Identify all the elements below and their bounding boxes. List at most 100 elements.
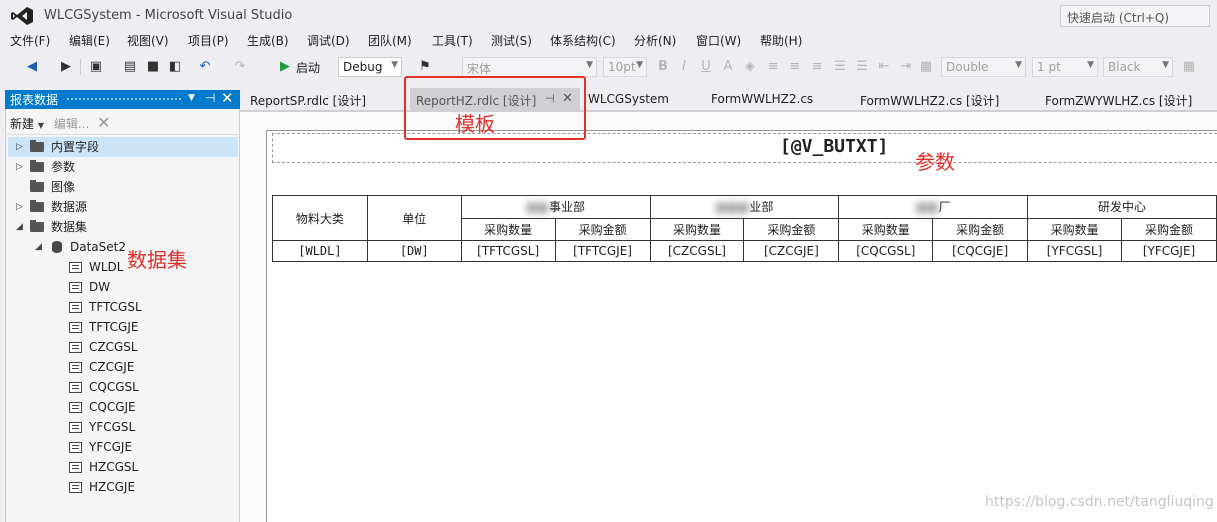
numbered-list-icon[interactable]: ☰ [832,59,848,75]
field-item[interactable]: CZCGSL [8,337,238,357]
field-item[interactable]: CQCGJE [8,397,238,417]
menu-debug[interactable]: 调试(D) [307,32,350,49]
header-cell-material[interactable]: 物料大类 [272,195,368,241]
solution-config-select[interactable]: Debug ▼ [338,57,402,77]
expand-arrow-icon[interactable]: ▷ [16,157,23,177]
field-item[interactable]: CQCGSL [8,377,238,397]
menu-view[interactable]: 视图(V) [127,32,169,49]
border-width-select[interactable]: 1 pt ▼ [1032,57,1098,77]
tab-formwwlhz2-cs[interactable]: FormWWLHZ2.cs [711,92,813,106]
new-dropdown-icon[interactable]: ▼ [38,121,44,130]
report-title-textbox[interactable]: [@V_BUTXT] [780,136,888,157]
report-tool-icon[interactable]: ⚑ [417,59,433,75]
new-project-icon[interactable]: ▣ [88,59,104,75]
menu-tools[interactable]: 工具(T) [432,32,473,49]
data-cell[interactable]: [CQCGSL] [838,240,934,262]
open-file-icon[interactable]: ▤ [122,59,138,75]
data-cell[interactable]: [YFCGSL] [1027,240,1123,262]
menu-test[interactable]: 测试(S) [491,32,532,49]
subheader-cell-qty[interactable]: 采购数量 [460,217,556,241]
field-item[interactable]: WLDL [8,257,238,277]
save-icon[interactable]: ■ [145,59,161,75]
header-cell-unit[interactable]: 单位 [366,195,462,241]
data-cell[interactable]: [TFTCGSL] [460,240,556,262]
header-cell-group[interactable]: 研发中心 [1027,195,1217,219]
save-all-icon[interactable]: ◧ [167,59,183,75]
panel-pin-icon[interactable]: ⊣ [205,91,215,105]
report-tablix[interactable]: 物料大类 单位 ■■事业部 ■■■业部 ■■厂 研发中心 采购数量 采购金额 采… [272,195,1217,262]
header-cell-group[interactable]: ■■■业部 [649,195,840,219]
subheader-cell-amount[interactable]: 采购金额 [932,217,1029,241]
undo-icon[interactable]: ↶ [197,59,213,75]
font-color-icon[interactable]: A [720,59,736,75]
borders-icon[interactable]: ▦ [1181,59,1197,75]
field-item[interactable]: HZCGSL [8,457,238,477]
tree-item-datasets[interactable]: ◢ 数据集 [8,217,238,237]
start-button-label[interactable]: 启动 [296,59,320,76]
tree-item-parameters[interactable]: ▷ 参数 [8,157,238,177]
expand-arrow-icon[interactable]: ▷ [16,137,23,157]
underline-icon[interactable]: U [698,59,714,75]
border-color-select[interactable]: Black ▼ [1103,57,1173,77]
new-button[interactable]: 新建 [10,117,34,131]
tree-item-builtin-fields[interactable]: ▷ 内置字段 [8,137,238,157]
subheader-cell-qty[interactable]: 采购数量 [838,217,934,241]
forward-icon[interactable]: ▶ [58,59,74,75]
menu-help[interactable]: 帮助(H) [760,32,802,49]
increase-indent-icon[interactable]: ⇥ [898,59,914,75]
report-body[interactable] [266,130,1217,522]
align-right-icon[interactable]: ≡ [809,59,825,75]
data-cell[interactable]: [TFTCGJE] [554,240,651,262]
expand-arrow-icon[interactable]: ▷ [16,197,23,217]
field-item[interactable]: DW [8,277,238,297]
menu-project[interactable]: 项目(P) [188,32,229,49]
field-item[interactable]: TFTCGSL [8,297,238,317]
tab-formwwlhz2-design[interactable]: FormWWLHZ2.cs [设计] [860,92,999,109]
tab-reportsp-rdlc[interactable]: ReportSP.rdlc [设计] [250,92,366,109]
menu-analyze[interactable]: 分析(N) [634,32,676,49]
data-cell[interactable]: [CQCGJE] [932,240,1029,262]
font-family-select[interactable]: 宋体 ▼ [462,57,597,77]
border-options-icon[interactable]: ▦ [918,59,934,75]
decrease-indent-icon[interactable]: ⇤ [876,59,892,75]
field-item[interactable]: TFTCGJE [8,317,238,337]
align-center-icon[interactable]: ≡ [787,59,803,75]
menu-window[interactable]: 窗口(W) [696,32,741,49]
collapse-arrow-icon[interactable]: ◢ [16,217,23,237]
tab-formzwywlhz-design[interactable]: FormZWYWLHZ.cs [设计] [1045,92,1192,109]
align-left-icon[interactable]: ≡ [765,59,781,75]
data-cell-dw[interactable]: [DW] [366,240,462,262]
menu-team[interactable]: 团队(M) [368,32,412,49]
data-cell[interactable]: [YFCGJE] [1121,240,1217,262]
menu-edit[interactable]: 编辑(E) [69,32,110,49]
data-cell[interactable]: [CZCGJE] [743,240,840,262]
data-cell-wldl[interactable]: [WLDL] [272,240,368,262]
redo-icon[interactable]: ↷ [232,59,248,75]
subheader-cell-amount[interactable]: 采购金额 [554,217,651,241]
bullet-list-icon[interactable]: ☰ [854,59,870,75]
edit-button[interactable]: 编辑... [54,117,89,131]
data-cell[interactable]: [CZCGSL] [649,240,745,262]
quick-launch-input[interactable]: 快速启动 (Ctrl+Q) [1060,5,1210,27]
tree-item-images[interactable]: 图像 [8,177,238,197]
panel-close-icon[interactable]: ✕ [221,89,234,107]
subheader-cell-qty[interactable]: 采购数量 [649,217,745,241]
menu-architecture[interactable]: 体系结构(C) [550,32,616,49]
start-icon[interactable]: ▶ [277,59,293,75]
tab-wlcgsystem[interactable]: WLCGSystem [588,92,669,106]
background-color-icon[interactable]: ◈ [742,59,758,75]
field-item[interactable]: YFCGJE [8,437,238,457]
border-style-select[interactable]: Double ▼ [941,57,1026,77]
subheader-cell-amount[interactable]: 采购金额 [743,217,840,241]
italic-icon[interactable]: I [676,59,692,75]
subheader-cell-amount[interactable]: 采购金额 [1121,217,1217,241]
tree-item-data-sources[interactable]: ▷ 数据源 [8,197,238,217]
header-cell-group[interactable]: ■■厂 [838,195,1029,219]
collapse-arrow-icon[interactable]: ◢ [35,237,42,257]
tree-item-dataset2[interactable]: ◢ DataSet2 [8,237,238,257]
header-cell-group[interactable]: ■■事业部 [460,195,651,219]
back-icon[interactable]: ◀ [24,59,40,75]
font-size-select[interactable]: 10pt ▼ [603,57,647,77]
menu-file[interactable]: 文件(F) [10,32,50,49]
field-item[interactable]: CZCGJE [8,357,238,377]
